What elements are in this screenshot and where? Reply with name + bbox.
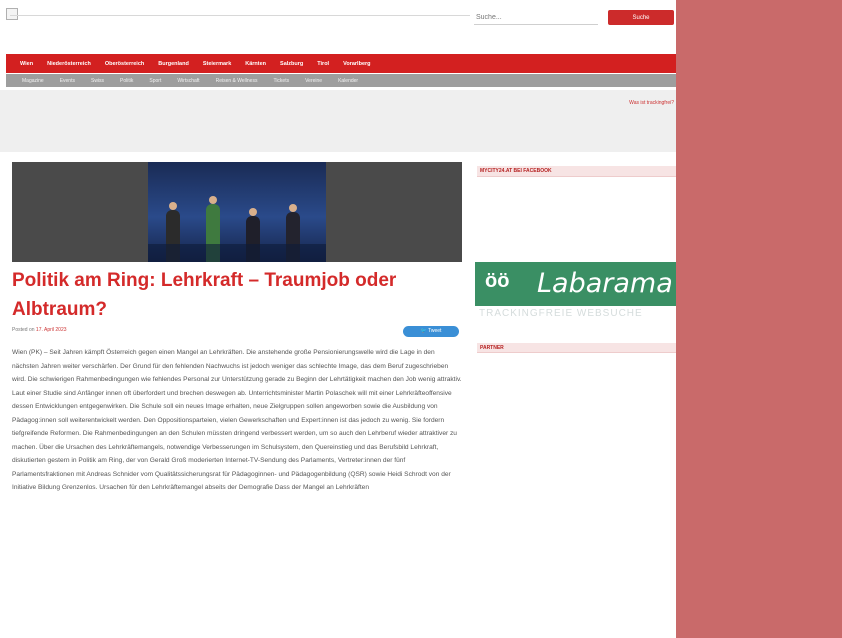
sidebar-facebook-title: MYCITY24.AT BEI FACEBOOK — [477, 166, 676, 177]
subnav-item-wirtschaft[interactable]: Wirtschaft — [177, 78, 199, 84]
nav-item-burgenland[interactable]: Burgenland — [158, 61, 189, 67]
primary-nav: Wien Niederösterreich Oberösterreich Bur… — [6, 54, 676, 73]
nav-item-wien[interactable]: Wien — [20, 61, 33, 67]
post-meta: Posted on 17. April 2023 — [12, 327, 67, 333]
subnav-item-tickets[interactable]: Tickets — [273, 78, 289, 84]
subnav-item-kalender[interactable]: Kalender — [338, 78, 358, 84]
right-panel-overlay — [676, 0, 842, 638]
secondary-nav: Magazine Events Swiss Politik Sport Wirt… — [6, 74, 676, 87]
search-button[interactable]: Suche — [608, 10, 674, 25]
trackingfree-link[interactable]: Was ist trackingfrei? — [629, 100, 674, 106]
search-input[interactable] — [474, 10, 598, 25]
tweet-label: Tweet — [428, 328, 442, 334]
video-player[interactable] — [12, 162, 462, 262]
broken-image-icon[interactable] — [6, 8, 18, 20]
page: Suche Wien Niederösterreich Oberösterrei… — [0, 0, 676, 638]
subnav-item-vereine[interactable]: Vereine — [305, 78, 322, 84]
nav-item-oberoesterreich[interactable]: Oberösterreich — [105, 61, 144, 67]
nav-item-steiermark[interactable]: Steiermark — [203, 61, 231, 67]
nav-item-tirol[interactable]: Tirol — [317, 61, 329, 67]
subnav-item-events[interactable]: Events — [60, 78, 75, 84]
post-date-link[interactable]: 17. April 2023 — [36, 327, 67, 333]
article-body: Wien (PK) – Seit Jahren kämpft Österreic… — [12, 349, 462, 491]
nav-item-vorarlberg[interactable]: Vorarlberg — [343, 61, 370, 67]
posted-label: Posted on — [12, 327, 35, 333]
nav-item-kaernten[interactable]: Kärnten — [245, 61, 266, 67]
subnav-item-politik[interactable]: Politik — [120, 78, 133, 84]
smiley-eyes-icon: ӧӧ — [485, 270, 510, 292]
twitter-icon: 🐦 — [420, 328, 427, 334]
labarama-logo[interactable]: ӧӧ Labarama — [475, 262, 676, 306]
nav-item-niederoesterreich[interactable]: Niederösterreich — [47, 61, 91, 67]
subnav-item-swiss[interactable]: Swiss — [91, 78, 104, 84]
subnav-item-sport[interactable]: Sport — [149, 78, 161, 84]
sidebar-partner-title: PARTNER — [477, 343, 676, 353]
logo-text: Labarama — [537, 268, 673, 299]
subnav-item-reisen-wellness[interactable]: Reisen & Wellness — [216, 78, 258, 84]
video-thumbnail — [148, 162, 326, 262]
tweet-button[interactable]: 🐦 Tweet — [403, 326, 459, 337]
logo-subtitle: TRACKINGFREIE WEBSUCHE — [479, 308, 643, 319]
ad-banner: Was ist trackingfrei? — [0, 90, 676, 152]
header-divider — [10, 15, 470, 16]
nav-item-salzburg[interactable]: Salzburg — [280, 61, 303, 67]
subnav-item-magazine[interactable]: Magazine — [22, 78, 44, 84]
article-title: Politik am Ring: Lehrkraft – Traumjob od… — [12, 270, 397, 320]
